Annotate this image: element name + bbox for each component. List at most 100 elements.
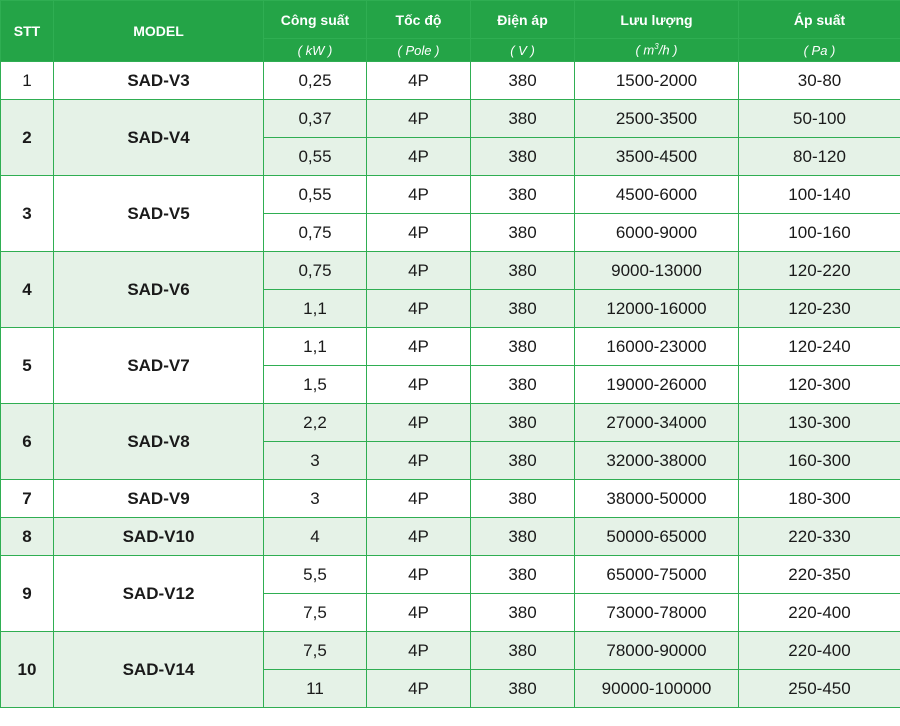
table-row: 3 SAD-V5 0,55 4P 380 4500-6000 100-140 [0, 175, 900, 252]
speed-cell: 4P [366, 479, 471, 518]
model-cell: SAD-V5 [53, 175, 264, 252]
header-pressure: Áp suất [738, 0, 900, 39]
spec-body: 1 SAD-V3 0,25 4P 380 1500-2000 30-80 2 SAD-V4 0,3… [0, 61, 900, 708]
table-row: 1 SAD-V3 0,25 4P 380 1500-2000 30-80 [0, 61, 900, 100]
stt-cell: 3 [0, 175, 54, 252]
pressure-cell: 250-450 [738, 669, 900, 708]
speed-cell: 4P [366, 61, 471, 100]
table-row: 10 SAD-V14 7,5 4P 380 78000-90000 220-400 [0, 631, 900, 708]
model-cell: SAD-V9 [53, 479, 264, 518]
pressure-cell: 220-400 [738, 631, 900, 670]
stt-cell: 4 [0, 251, 54, 328]
model-cell: SAD-V3 [53, 61, 264, 100]
speed-cell: 4P [366, 631, 471, 670]
speed-cell: 4P [366, 517, 471, 556]
voltage-cell: 380 [470, 289, 575, 328]
power-cell: 4 [263, 517, 367, 556]
unit-speed: ( Pole ) [366, 38, 471, 62]
table-row: 8 SAD-V10 4 4P 380 50000-65000 220-330 [0, 517, 900, 556]
power-cell: 0,75 [263, 213, 367, 252]
speed-cell: 4P [366, 403, 471, 442]
pressure-cell: 120-300 [738, 365, 900, 404]
pressure-cell: 50-100 [738, 99, 900, 138]
stt-cell: 7 [0, 479, 54, 518]
stt-cell: 2 [0, 99, 54, 176]
voltage-cell: 380 [470, 631, 575, 670]
pressure-cell: 130-300 [738, 403, 900, 442]
model-cell: SAD-V10 [53, 517, 264, 556]
table-row: 9 SAD-V12 5,5 4P 380 65000-75000 220-350 [0, 555, 900, 632]
voltage-cell: 380 [470, 555, 575, 594]
power-cell: 7,5 [263, 593, 367, 632]
flow-cell: 16000-23000 [574, 327, 739, 366]
model-cell: SAD-V12 [53, 555, 264, 632]
table-row: 7 SAD-V9 3 4P 380 38000-50000 180-300 [0, 479, 900, 518]
stt-cell: 9 [0, 555, 54, 632]
speed-cell: 4P [366, 669, 471, 708]
flow-cell: 73000-78000 [574, 593, 739, 632]
unit-flow-post: /h ) [658, 42, 678, 58]
voltage-cell: 380 [470, 327, 575, 366]
speed-cell: 4P [366, 555, 471, 594]
spec-table: STT MODEL Công suất Tốc độ Điện áp Lưu l… [0, 0, 900, 708]
flow-cell: 27000-34000 [574, 403, 739, 442]
unit-flow: ( m3/h ) [574, 38, 739, 62]
flow-cell: 2500-3500 [574, 99, 739, 138]
speed-cell: 4P [366, 365, 471, 404]
stt-cell: 8 [0, 517, 54, 556]
unit-flow-pre: ( m [635, 42, 655, 58]
power-cell: 7,5 [263, 631, 367, 670]
pressure-cell: 120-220 [738, 251, 900, 290]
header-stt: STT [0, 0, 54, 62]
flow-cell: 38000-50000 [574, 479, 739, 518]
pressure-cell: 80-120 [738, 137, 900, 176]
power-cell: 1,5 [263, 365, 367, 404]
pressure-cell: 120-240 [738, 327, 900, 366]
flow-cell: 50000-65000 [574, 517, 739, 556]
table-row: 2 SAD-V4 0,37 4P 380 2500-3500 50-100 [0, 99, 900, 176]
speed-cell: 4P [366, 99, 471, 138]
stt-cell: 5 [0, 327, 54, 404]
voltage-cell: 380 [470, 593, 575, 632]
speed-cell: 4P [366, 593, 471, 632]
voltage-cell: 380 [470, 517, 575, 556]
model-cell: SAD-V4 [53, 99, 264, 176]
speed-cell: 4P [366, 175, 471, 214]
speed-cell: 4P [366, 213, 471, 252]
header-voltage: Điện áp [470, 0, 575, 39]
model-cell: SAD-V7 [53, 327, 264, 404]
speed-cell: 4P [366, 327, 471, 366]
pressure-cell: 100-140 [738, 175, 900, 214]
header-speed: Tốc độ [366, 0, 471, 39]
table-row: 5 SAD-V7 1,1 4P 380 16000-23000 120-240 [0, 327, 900, 404]
model-cell: SAD-V14 [53, 631, 264, 708]
flow-cell: 78000-90000 [574, 631, 739, 670]
power-cell: 0,25 [263, 61, 367, 100]
flow-cell: 12000-16000 [574, 289, 739, 328]
flow-cell: 19000-26000 [574, 365, 739, 404]
power-cell: 0,37 [263, 99, 367, 138]
voltage-cell: 380 [470, 441, 575, 480]
stt-cell: 6 [0, 403, 54, 480]
power-cell: 11 [263, 669, 367, 708]
voltage-cell: 380 [470, 137, 575, 176]
flow-cell: 3500-4500 [574, 137, 739, 176]
power-cell: 0,55 [263, 137, 367, 176]
header-flow: Lưu lượng [574, 0, 739, 39]
power-cell: 5,5 [263, 555, 367, 594]
flow-cell: 90000-100000 [574, 669, 739, 708]
power-cell: 3 [263, 479, 367, 518]
voltage-cell: 380 [470, 403, 575, 442]
power-cell: 0,55 [263, 175, 367, 214]
flow-cell: 6000-9000 [574, 213, 739, 252]
voltage-cell: 380 [470, 669, 575, 708]
table-row: 6 SAD-V8 2,2 4P 380 27000-34000 130-300 [0, 403, 900, 480]
voltage-cell: 380 [470, 61, 575, 100]
stt-cell: 10 [0, 631, 54, 708]
pressure-cell: 220-330 [738, 517, 900, 556]
speed-cell: 4P [366, 137, 471, 176]
unit-pressure: ( Pa ) [738, 38, 900, 62]
power-cell: 1,1 [263, 327, 367, 366]
model-cell: SAD-V6 [53, 251, 264, 328]
voltage-cell: 380 [470, 365, 575, 404]
